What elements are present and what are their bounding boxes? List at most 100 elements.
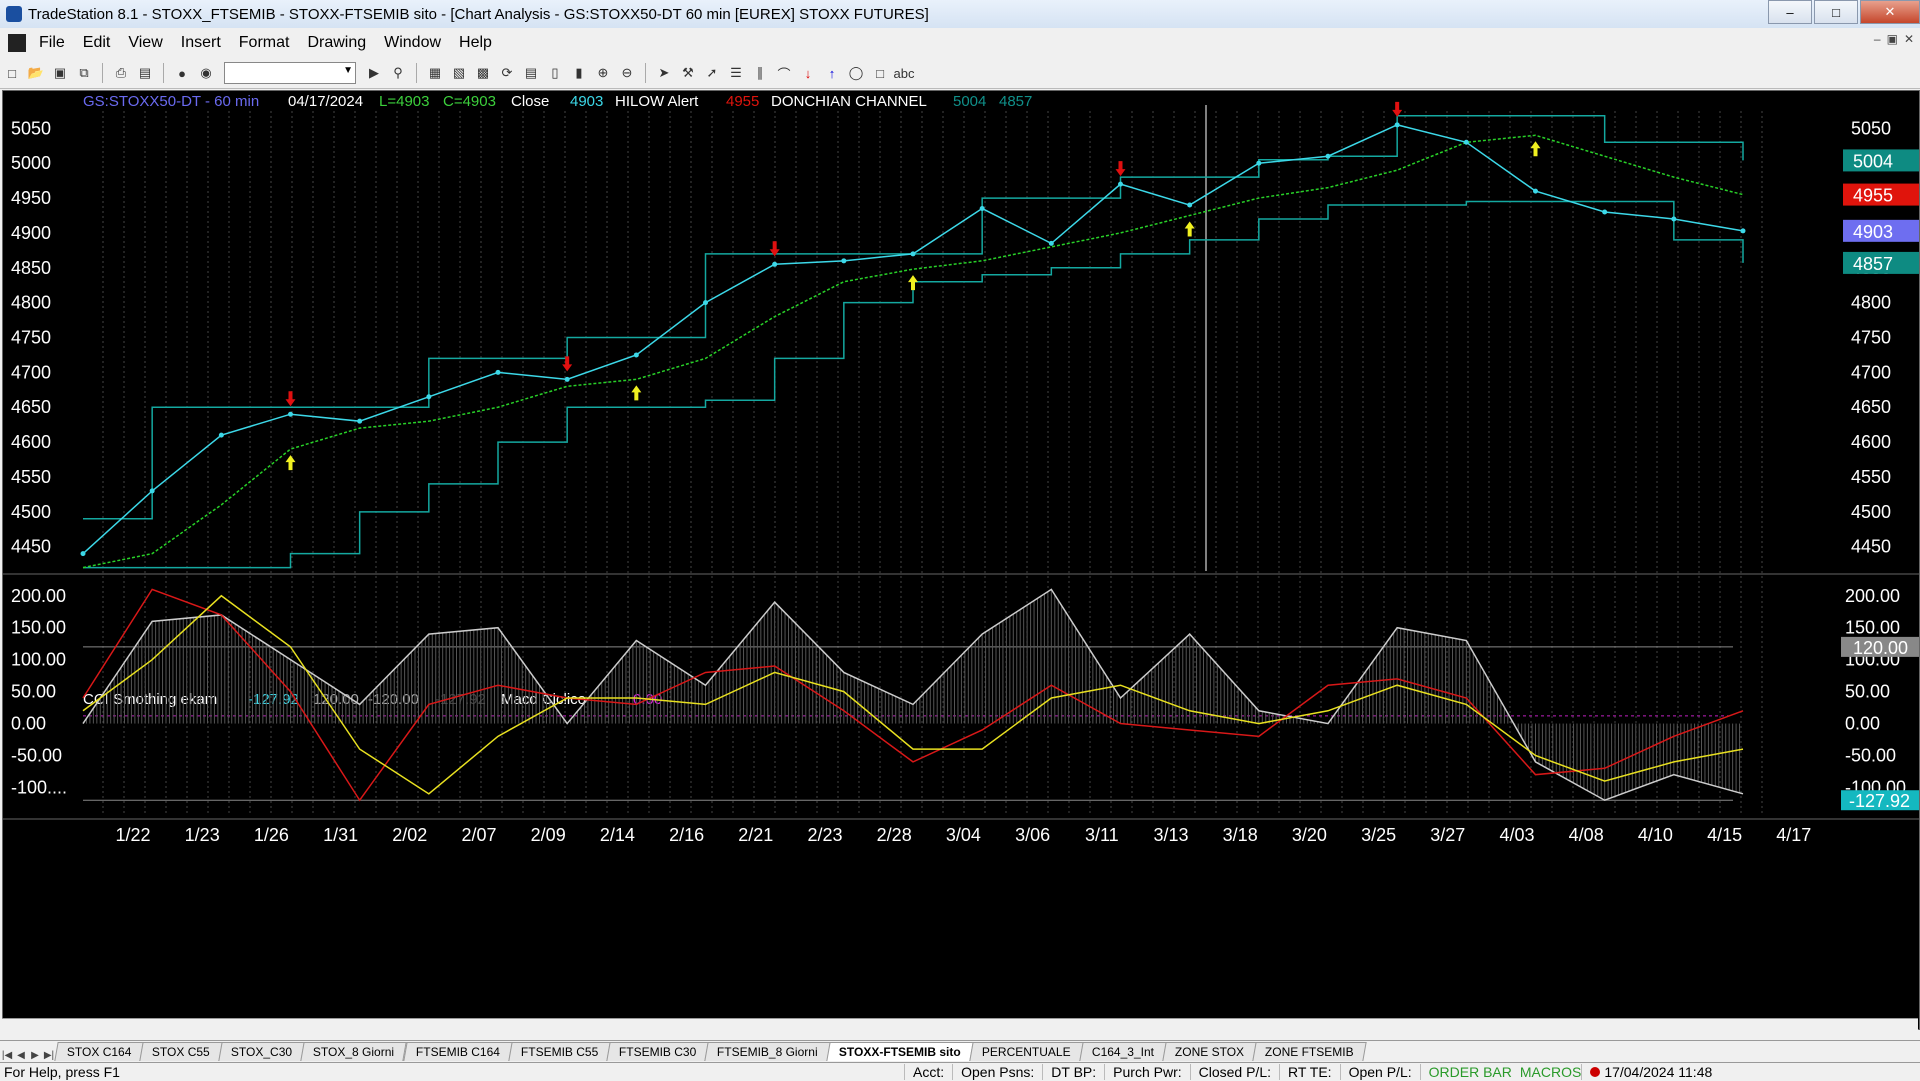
- menu-edit[interactable]: Edit: [74, 34, 120, 52]
- mdi-minimize-button[interactable]: –: [1874, 32, 1881, 46]
- new-icon[interactable]: □: [2, 63, 22, 83]
- candle-icon[interactable]: ▮: [569, 63, 589, 83]
- tab-item[interactable]: ZONE FTSEMIB: [1252, 1042, 1367, 1061]
- menu-file[interactable]: File: [30, 34, 74, 52]
- channel-icon[interactable]: ∥: [750, 63, 770, 83]
- price-point: [1187, 202, 1193, 208]
- tab-item[interactable]: STOX_8 Giorni: [300, 1042, 408, 1061]
- sell-arrow-icon: [285, 391, 296, 407]
- date-tick: 2/28: [877, 825, 912, 845]
- tab-item[interactable]: ZONE STOX: [1161, 1042, 1257, 1061]
- date-tick: 2/16: [669, 825, 704, 845]
- price-point: [1325, 153, 1331, 159]
- arc-icon[interactable]: ⌒: [774, 63, 794, 83]
- symbol-label: GS:STOXX50-DT - 60 min: [83, 93, 259, 110]
- zoom-in-icon[interactable]: ⊕: [593, 63, 613, 83]
- osc-tick-left: -50.00: [11, 746, 62, 766]
- mdi-close-button[interactable]: ✕: [1904, 32, 1914, 46]
- price-point: [149, 488, 155, 494]
- tab-item[interactable]: PERCENTUALE: [969, 1042, 1084, 1061]
- osc-tick-left: 150.00: [11, 618, 66, 638]
- minimize-button[interactable]: –: [1768, 0, 1812, 24]
- date-tick: 2/09: [531, 825, 566, 845]
- lock-icon[interactable]: ●: [172, 63, 192, 83]
- tab-first-icon[interactable]: |◀: [0, 1050, 14, 1061]
- grid-icon[interactable]: ▧: [449, 63, 469, 83]
- chart-window[interactable]: GS:STOXX50-DT - 60 min 04/17/2024 L=4903…: [2, 90, 1920, 1030]
- save-icon[interactable]: ▣: [50, 63, 70, 83]
- print-icon[interactable]: ⎙: [111, 63, 131, 83]
- search-icon[interactable]: ⚲: [388, 63, 408, 83]
- date-tick: 4/17: [1776, 825, 1811, 845]
- price-point: [1394, 122, 1400, 128]
- tab-item[interactable]: FTSEMIB C55: [507, 1042, 611, 1061]
- arrow-up-icon[interactable]: ↓: [798, 63, 818, 83]
- price-tick-left: 4900: [11, 223, 51, 243]
- tab-item[interactable]: STOXX-FTSEMIB sito: [826, 1042, 974, 1061]
- tools-icon[interactable]: ⚒: [678, 63, 698, 83]
- tab-next-icon[interactable]: ▶: [28, 1050, 42, 1061]
- date-tick: 3/25: [1361, 825, 1396, 845]
- menu-format[interactable]: Format: [230, 34, 299, 52]
- tab-item[interactable]: FTSEMIB_8 Giorni: [704, 1042, 831, 1061]
- date-tick: 3/11: [1085, 825, 1119, 845]
- zoom-out-icon[interactable]: ⊖: [617, 63, 637, 83]
- open-icon[interactable]: 📂: [26, 63, 46, 83]
- rectangle-icon[interactable]: □: [870, 63, 890, 83]
- refresh-icon[interactable]: ⟳: [497, 63, 517, 83]
- cursor-icon[interactable]: ➤: [654, 63, 674, 83]
- trendline-icon[interactable]: ➚: [702, 63, 722, 83]
- close-button[interactable]: ✕: [1860, 0, 1920, 24]
- tab-item[interactable]: STOX C164: [54, 1042, 145, 1061]
- sell-arrow-icon: [1392, 101, 1403, 117]
- menu-view[interactable]: View: [119, 34, 171, 52]
- text-icon[interactable]: abc: [894, 63, 915, 83]
- rt-te-field: RT TE:: [1279, 1064, 1340, 1080]
- ellipse-icon[interactable]: ◯: [846, 63, 866, 83]
- osc-badge-value-label: -127.92: [1849, 791, 1910, 811]
- horizontal-scrollbar[interactable]: [2, 1018, 1918, 1037]
- tab-label: FTSEMIB C164: [415, 1045, 500, 1059]
- price-tick-left: 4450: [11, 537, 51, 557]
- tab-label: C164_3_Int: [1091, 1045, 1154, 1059]
- copy-icon[interactable]: ⧉: [74, 63, 94, 83]
- menu-window[interactable]: Window: [375, 34, 450, 52]
- chart-svg[interactable]: GS:STOXX50-DT - 60 min 04/17/2024 L=4903…: [3, 91, 1919, 1019]
- maximize-button[interactable]: □: [1814, 0, 1858, 24]
- date-tick: 2/02: [392, 825, 427, 845]
- tab-prev-icon[interactable]: ◀: [14, 1050, 28, 1061]
- help-text: For Help, press F1: [4, 1064, 120, 1080]
- macros-button[interactable]: MACROS: [1520, 1064, 1581, 1080]
- fib-icon[interactable]: ☰: [726, 63, 746, 83]
- price-point: [80, 551, 86, 557]
- date-tick: 4/08: [1569, 825, 1604, 845]
- calc-icon[interactable]: ▩: [473, 63, 493, 83]
- tab-item[interactable]: FTSEMIB C30: [606, 1042, 710, 1061]
- low-label: L=4903: [379, 93, 429, 110]
- chart-window-icon[interactable]: [8, 34, 26, 52]
- globe-icon[interactable]: ◉: [196, 63, 216, 83]
- arrow-down-icon[interactable]: ↑: [822, 63, 842, 83]
- tab-item[interactable]: FTSEMIB C164: [402, 1042, 513, 1061]
- print-preview-icon[interactable]: ▤: [135, 63, 155, 83]
- play-icon[interactable]: ▶: [364, 63, 384, 83]
- moving-average-line: [82, 134, 1744, 569]
- price-tick-right: 4600: [1851, 432, 1891, 452]
- price-tick-right: 5050: [1851, 118, 1891, 138]
- bar-chart-icon[interactable]: ▯: [545, 63, 565, 83]
- osc-tick-right: -50.00: [1845, 746, 1896, 766]
- price-point: [1118, 181, 1123, 187]
- chart-icon[interactable]: ▤: [521, 63, 541, 83]
- symbol-combo[interactable]: [224, 62, 356, 84]
- order-bar-button[interactable]: ORDER BAR: [1419, 1064, 1520, 1080]
- menu-insert[interactable]: Insert: [172, 34, 230, 52]
- tab-item[interactable]: C164_3_Int: [1078, 1042, 1167, 1061]
- mdi-restore-button[interactable]: ▣: [1887, 32, 1898, 46]
- price-tick-left: 5050: [11, 118, 51, 138]
- layout-icon[interactable]: ▦: [425, 63, 445, 83]
- tab-item[interactable]: STOX_C30: [218, 1042, 306, 1061]
- menu-drawing[interactable]: Drawing: [298, 34, 375, 52]
- tab-item[interactable]: STOX C55: [139, 1042, 223, 1061]
- price-point: [1671, 216, 1677, 222]
- menu-help[interactable]: Help: [450, 34, 501, 52]
